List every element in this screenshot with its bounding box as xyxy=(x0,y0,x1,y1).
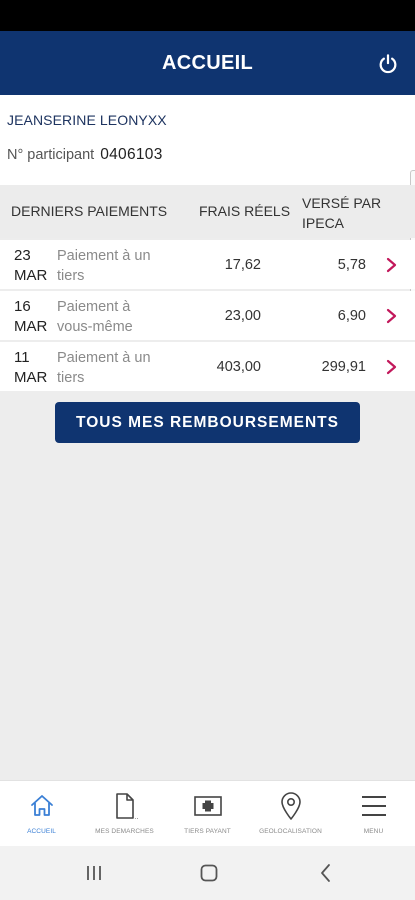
participant-number: 0406103 xyxy=(100,146,163,163)
payment-month: MAR xyxy=(14,267,48,284)
location-pin-icon xyxy=(280,792,301,820)
home-button[interactable] xyxy=(197,862,221,884)
payment-frais: 17,62 xyxy=(224,257,261,273)
chevron-right-icon[interactable] xyxy=(385,359,399,375)
recent-apps-icon xyxy=(87,866,101,880)
power-button[interactable] xyxy=(375,51,401,77)
page-title: ACCUEIL xyxy=(162,52,253,74)
back-icon xyxy=(321,864,330,882)
payment-date: 11 MAR xyxy=(14,348,47,388)
payment-label-line1: Paiement à xyxy=(57,299,131,315)
bottom-nav: ACCUEIL … MES DEMARCHES TIERS PAYANT xyxy=(0,780,415,846)
nav-item-menu[interactable]: MENU xyxy=(332,781,415,847)
status-bar xyxy=(0,0,415,31)
nav-label: TIERS PAYANT xyxy=(184,828,231,835)
power-icon xyxy=(379,54,397,74)
payment-label-line2: tiers xyxy=(57,268,85,284)
app-header: ACCUEIL xyxy=(0,31,415,95)
user-card: JEANSERINE LEONYXX N° participant 0406103 xyxy=(0,95,415,185)
payment-date: 23 MAR xyxy=(14,246,47,286)
payment-date: 16 MAR xyxy=(14,297,47,337)
user-name: JEANSERINE LEONYXX xyxy=(7,112,167,128)
document-icon: … xyxy=(115,793,139,821)
column-header-verse: VERSÉ PAR IPECA xyxy=(302,193,392,233)
medical-card-icon xyxy=(193,796,222,816)
payment-frais: 23,00 xyxy=(224,308,261,324)
participant-label: N° participant xyxy=(7,147,95,163)
chevron-right-icon[interactable] xyxy=(385,257,399,273)
home-icon xyxy=(30,795,53,816)
nav-item-tiers-payant[interactable]: TIERS PAYANT xyxy=(166,781,249,847)
payments-table-header: DERNIERS PAIEMENTS FRAIS RÉELS VERSÉ PAR… xyxy=(0,185,415,238)
payment-month: MAR xyxy=(14,369,48,386)
payment-label: Paiement à un tiers xyxy=(57,246,167,286)
payment-verse: 6,90 xyxy=(337,308,366,324)
hamburger-menu-icon xyxy=(361,796,386,816)
payment-row[interactable]: 11 MAR Paiement à un tiers 403,00 299,91 xyxy=(0,342,415,391)
payment-month: MAR xyxy=(14,318,48,335)
column-header-frais: FRAIS RÉELS xyxy=(199,203,291,219)
payment-row[interactable]: 23 MAR Paiement à un tiers 17,62 5,78 xyxy=(0,240,415,289)
all-reimbursements-button[interactable]: TOUS MES REMBOURSEMENTS xyxy=(55,402,360,443)
payment-label: Paiement à vous-même xyxy=(57,297,167,337)
payment-label-line1: Paiement à un xyxy=(57,350,151,366)
payment-label-line1: Paiement à un xyxy=(57,248,151,264)
payment-day: 23 xyxy=(14,247,31,264)
nav-label: MES DEMARCHES xyxy=(95,828,154,835)
system-navigation-bar xyxy=(0,846,415,900)
nav-label: ACCUEIL xyxy=(27,828,56,835)
column-header-verse-line2: IPECA xyxy=(302,215,345,231)
payment-verse: 5,78 xyxy=(337,257,366,273)
payment-day: 16 xyxy=(14,298,31,315)
nav-label: MENU xyxy=(363,828,384,835)
payment-verse: 299,91 xyxy=(321,359,366,375)
nav-item-mes-demarches[interactable]: … MES DEMARCHES xyxy=(83,781,166,847)
back-button[interactable] xyxy=(314,862,338,884)
nav-item-geolocalisation[interactable]: GEOLOCALISATION xyxy=(249,781,332,847)
home-square-icon xyxy=(200,864,218,882)
payment-row[interactable]: 16 MAR Paiement à vous-même 23,00 6,90 xyxy=(0,291,415,340)
participant-info: N° participant 0406103 xyxy=(7,146,163,164)
payment-label-line2: tiers xyxy=(57,370,85,386)
payment-label-line2: vous-même xyxy=(57,319,133,335)
recent-apps-button[interactable] xyxy=(82,862,106,884)
payment-label: Paiement à un tiers xyxy=(57,348,167,388)
column-header-payments: DERNIERS PAIEMENTS xyxy=(11,203,168,219)
nav-item-accueil[interactable]: ACCUEIL xyxy=(0,781,83,847)
chevron-right-icon[interactable] xyxy=(385,308,399,324)
payment-frais: 403,00 xyxy=(216,359,261,375)
column-header-verse-line1: VERSÉ PAR xyxy=(302,195,382,211)
nav-label: GEOLOCALISATION xyxy=(259,828,322,835)
payment-day: 11 xyxy=(14,349,30,366)
svg-text:…: … xyxy=(134,814,139,821)
